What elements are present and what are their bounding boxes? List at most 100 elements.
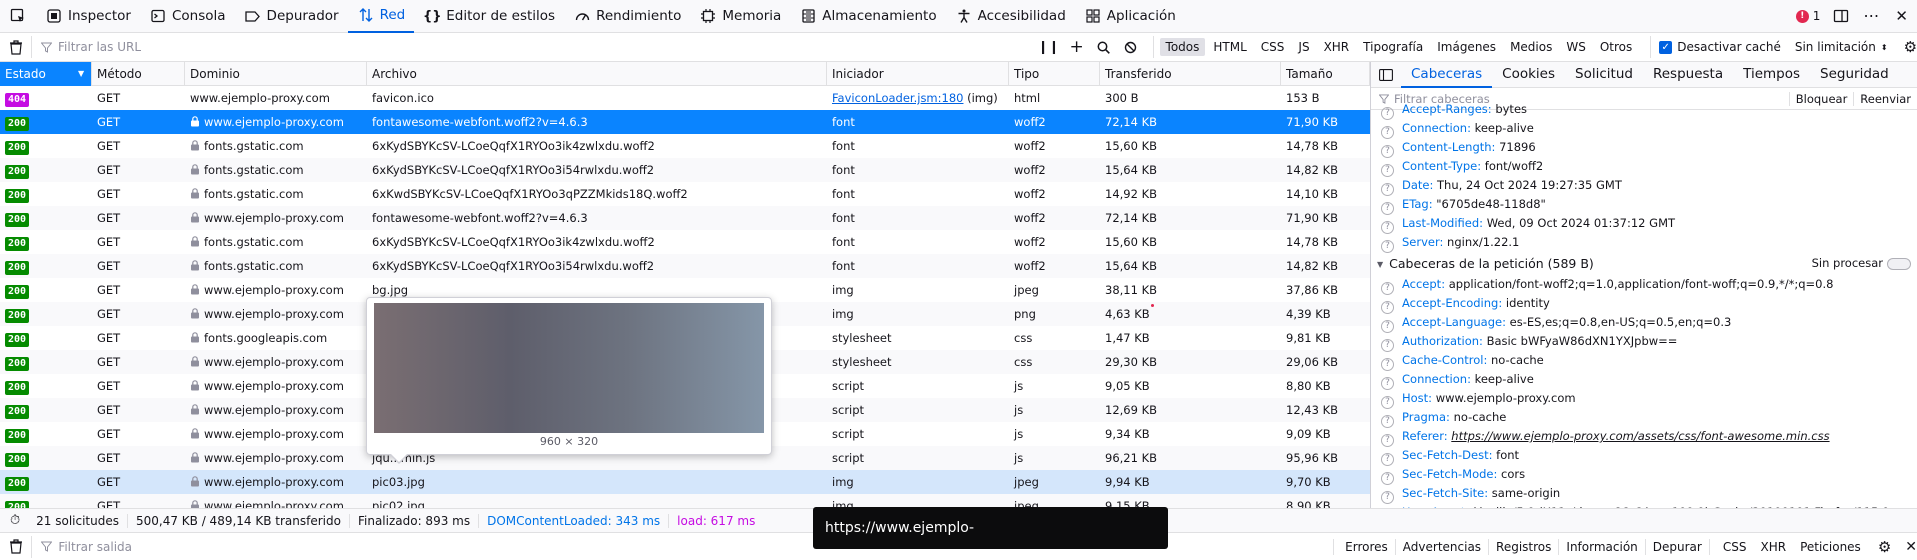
network-settings-button[interactable]: ⚙ xyxy=(1904,38,1917,56)
type-text: css xyxy=(1014,331,1033,345)
header-line: ? Server: nginx/1.22.1 xyxy=(1371,233,1917,253)
table-row[interactable]: 404 GET www.ejemplo-proxy.com favicon.ico Fa… xyxy=(0,86,1370,110)
console-filter-registros[interactable]: Registros xyxy=(1489,538,1560,555)
raw-toggle-switch[interactable] xyxy=(1887,258,1911,270)
tab-editor-de-estilos[interactable]: {} Editor de estilos xyxy=(414,0,564,33)
column-header-tamaño[interactable]: Tamaño xyxy=(1281,62,1370,86)
table-row[interactable]: 200 GET www.ejemplo-proxy.com pic03.jpg img j… xyxy=(0,470,1370,494)
initiator-text: font xyxy=(832,163,855,177)
console-extra-xhr[interactable]: XHR xyxy=(1753,539,1793,555)
console-filter-información[interactable]: Información xyxy=(1559,538,1646,555)
console-filter-depurar[interactable]: Depurar xyxy=(1646,538,1710,555)
memory-icon xyxy=(699,7,717,25)
cell-size: 8,90 KB xyxy=(1281,494,1370,508)
lock-icon xyxy=(190,159,200,175)
console-filter-advertencias[interactable]: Advertencias xyxy=(1396,538,1490,555)
disable-cache-toggle[interactable]: ✓ Desactivar caché xyxy=(1650,36,1781,58)
throttle-select[interactable]: Sin limitación ⬍ xyxy=(1795,40,1888,54)
element-picker-button[interactable] xyxy=(0,0,36,33)
details-tabs: Cabeceras Cookies Solicitud Respuesta Tiempo… xyxy=(1371,62,1917,88)
close-console-button[interactable]: ✕ xyxy=(1905,539,1917,555)
request-headers-section[interactable]: ▼ Cabeceras de la petición (589 B) Sin pro… xyxy=(1371,254,1917,273)
details-tab-respuesta[interactable]: Respuesta xyxy=(1643,62,1733,88)
table-row[interactable]: 200 GET fonts.gstatic.com 6xKwdSBYKcSV-LCoe… xyxy=(0,182,1370,206)
tab-red[interactable]: Red xyxy=(347,0,415,33)
header-value[interactable]: https://www.ejemplo-proxy.com/assets/css… xyxy=(1451,429,1829,443)
type-filter-js[interactable]: JS xyxy=(1292,38,1315,56)
table-row[interactable]: 200 GET fonts.gstatic.com 6xKydSBYKcSV-LCoe… xyxy=(0,158,1370,182)
table-row[interactable]: 200 GET www.ejemplo-proxy.com fontawesome-w… xyxy=(0,110,1370,134)
tab-rendimiento[interactable]: Rendimiento xyxy=(564,0,690,33)
image-preview-tooltip: 960 × 320 xyxy=(366,297,772,455)
clear-requests-button[interactable] xyxy=(0,39,31,55)
console-filter-errores[interactable]: Errores xyxy=(1338,538,1396,555)
table-row[interactable]: 200 GET fonts.gstatic.com 6xKydSBYKcSV-LCoe… xyxy=(0,230,1370,254)
tab-almacenamiento[interactable]: Almacenamiento xyxy=(790,0,945,33)
cell-size: 14,82 KB xyxy=(1281,254,1370,278)
pause-button[interactable]: ❙❙ xyxy=(1034,40,1063,55)
close-devtools-button[interactable]: ✕ xyxy=(1886,0,1917,33)
url-filter-input[interactable]: Filtrar las URL xyxy=(31,36,1034,58)
type-filter-ws[interactable]: WS xyxy=(1560,38,1591,56)
domain-text: www.ejemplo-proxy.com xyxy=(204,475,344,489)
initiator-link[interactable]: FaviconLoader.jsm:180 xyxy=(832,91,963,105)
column-header-transferido[interactable]: Transferido xyxy=(1100,62,1281,86)
type-filter-css[interactable]: CSS xyxy=(1255,38,1291,56)
column-header-iniciador[interactable]: Iniciador xyxy=(827,62,1009,86)
cell-transferred: 9,05 KB xyxy=(1100,374,1281,398)
size-text: 12,43 KB xyxy=(1286,403,1339,417)
type-filter-tipografía[interactable]: Tipografía xyxy=(1357,38,1429,56)
details-tab-cabeceras[interactable]: Cabeceras xyxy=(1401,62,1493,88)
cell-domain: fonts.gstatic.com xyxy=(185,158,367,182)
help-icon[interactable]: ? xyxy=(1381,240,1394,253)
column-header-archivo[interactable]: Archivo xyxy=(367,62,827,86)
details-tab-tiempos[interactable]: Tiempos xyxy=(1733,62,1810,88)
details-tab-solicitud[interactable]: Solicitud xyxy=(1565,62,1643,88)
type-filter-xhr[interactable]: XHR xyxy=(1318,38,1356,56)
table-row[interactable]: 200 GET www.ejemplo-proxy.com fontawesome-w… xyxy=(0,206,1370,230)
console-extra-peticiones[interactable]: Peticiones xyxy=(1793,539,1868,555)
column-header-dominio[interactable]: Dominio xyxy=(185,62,367,86)
console-extra-css[interactable]: CSS xyxy=(1716,539,1754,555)
table-row[interactable]: 200 GET fonts.gstatic.com 6xKydSBYKcSV-LCoe… xyxy=(0,134,1370,158)
tab-aplicación[interactable]: Aplicación xyxy=(1075,0,1185,33)
type-filter-todos[interactable]: Todos xyxy=(1159,38,1206,56)
cell-method: GET xyxy=(92,254,185,278)
table-row[interactable]: 200 GET fonts.gstatic.com 6xKydSBYKcSV-LCoe… xyxy=(0,254,1370,278)
header-name: Server: xyxy=(1402,235,1444,249)
tab-memoria[interactable]: Memoria xyxy=(690,0,790,33)
header-name: Date: xyxy=(1402,178,1434,192)
details-tab-seguridad[interactable]: Seguridad xyxy=(1810,62,1899,88)
tab-inspector[interactable]: Inspector xyxy=(36,0,140,33)
column-header-tipo[interactable]: Tipo xyxy=(1009,62,1100,86)
add-filter-button[interactable]: + xyxy=(1063,37,1090,57)
tab-accesibilidad[interactable]: Accesibilidad xyxy=(946,0,1075,33)
details-tab-cookies[interactable]: Cookies xyxy=(1492,62,1565,88)
type-filter-otros[interactable]: Otros xyxy=(1594,38,1638,56)
type-filter-html[interactable]: HTML xyxy=(1207,38,1252,56)
block-button[interactable] xyxy=(1117,41,1144,54)
status-badge: 200 xyxy=(5,141,30,155)
tab-depurador[interactable]: Depurador xyxy=(235,0,348,33)
status-badge: 200 xyxy=(5,237,30,251)
error-count[interactable]: ! 1 xyxy=(1790,0,1827,33)
domain-text: www.ejemplo-proxy.com xyxy=(204,307,344,321)
domain-text: www.ejemplo-proxy.com xyxy=(204,403,344,417)
cell-type: html xyxy=(1009,86,1100,110)
column-header-método[interactable]: Método xyxy=(92,62,185,86)
dock-button[interactable] xyxy=(1826,0,1856,33)
console-settings-button[interactable]: ⚙ xyxy=(1878,538,1891,556)
table-row[interactable]: 200 GET www.ejemplo-proxy.com pic02.jpg img j… xyxy=(0,494,1370,508)
type-filter-imágenes[interactable]: Imágenes xyxy=(1431,38,1502,56)
tab-consola[interactable]: Consola xyxy=(140,0,235,33)
toggle-sidebar-button[interactable] xyxy=(1371,68,1401,81)
cell-size: 153 B xyxy=(1281,86,1370,110)
cell-method: GET xyxy=(92,350,185,374)
search-button[interactable] xyxy=(1090,41,1117,54)
clear-console-button[interactable] xyxy=(0,539,31,554)
cell-size: 12,43 KB xyxy=(1281,398,1370,422)
type-filter-medios[interactable]: Medios xyxy=(1504,38,1558,56)
type-text: woff2 xyxy=(1014,259,1046,273)
menu-button[interactable]: ⋯ xyxy=(1856,0,1886,33)
cell-type: woff2 xyxy=(1009,158,1100,182)
